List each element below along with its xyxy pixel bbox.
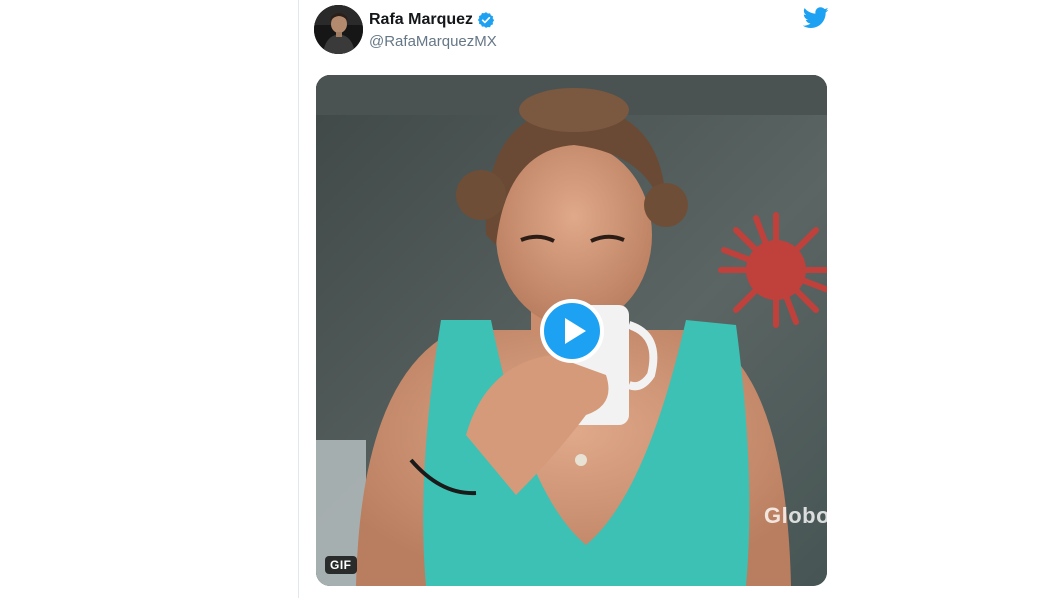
gif-badge: GIF [325, 556, 357, 574]
twitter-bird-icon[interactable] [802, 7, 829, 29]
tweet-media-gif[interactable]: GIF Globo [316, 75, 827, 586]
verified-badge-icon [477, 11, 495, 29]
author-avatar[interactable] [314, 5, 363, 54]
author-name-row: Rafa Marquez [369, 11, 495, 29]
tweet-header: Rafa Marquez @RafaMarquezMX [314, 5, 834, 55]
media-watermark: Globo [764, 503, 827, 528]
tweet-card-border [298, 0, 299, 598]
play-button[interactable] [540, 299, 604, 363]
play-icon [564, 318, 586, 344]
author-handle[interactable]: @RafaMarquezMX [369, 33, 497, 50]
author-display-name[interactable]: Rafa Marquez [369, 11, 473, 29]
